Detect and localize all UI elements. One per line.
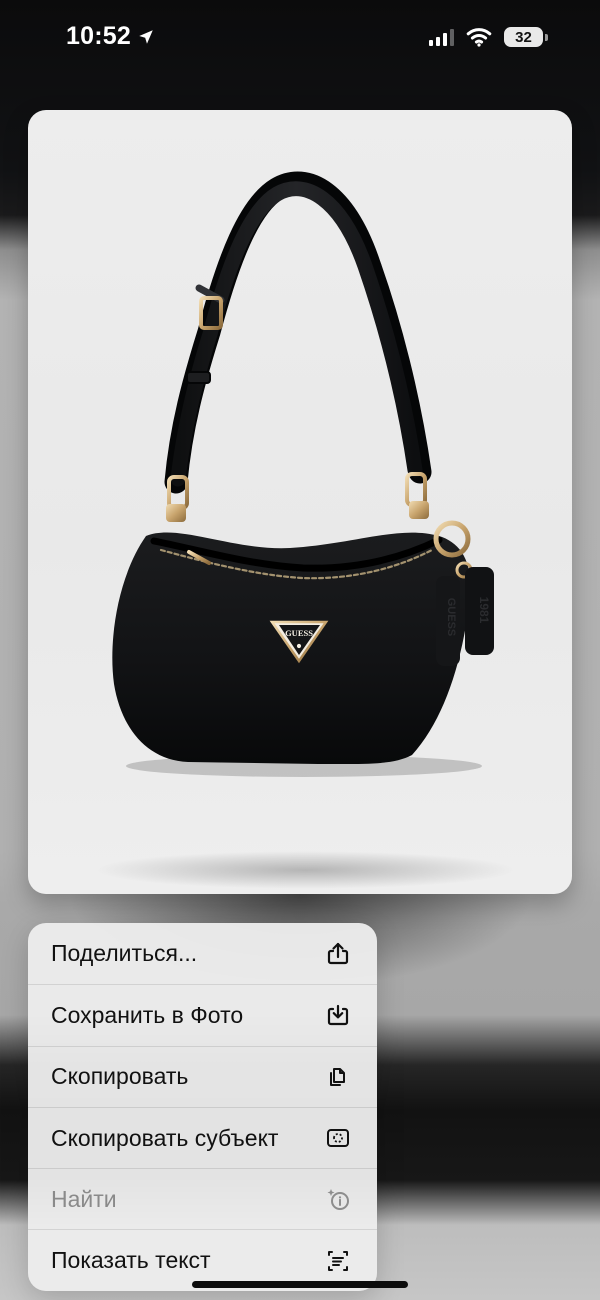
menu-item-label: Показать текст [51,1247,211,1274]
status-time: 10:52 [66,22,131,50]
tag-left-text: GUESS [445,598,457,637]
status-time-group: 10:52 [66,24,155,49]
location-arrow-icon [139,29,153,44]
wifi-icon [466,28,492,47]
image-preview[interactable]: GUESS 1981 GUESS [28,110,572,894]
visual-lookup-icon [323,1184,353,1214]
show-text-icon [323,1246,353,1276]
copy-icon [323,1062,353,1092]
menu-item-label: Сохранить в Фото [51,1001,244,1028]
menu-item-label: Поделиться... [51,940,198,967]
menu-item-label: Найти [51,1185,117,1212]
copy-subject-icon [323,1123,353,1153]
menu-item-save-to-photos[interactable]: Сохранить в Фото [28,984,377,1045]
home-indicator[interactable] [192,1281,408,1288]
bag-image: GUESS 1981 GUESS [112,171,494,777]
status-right-icons: 32 [429,27,548,47]
menu-item-label: Скопировать [51,1063,189,1090]
menu-item-label: Скопировать субъект [51,1124,279,1151]
tag-right-text: 1981 [477,597,491,624]
brand-text: GUESS [285,628,313,638]
status-bar: 10:52 32 [0,0,600,80]
menu-item-copy-subject[interactable]: Скопировать субъект [28,1106,377,1168]
context-menu: Поделиться... Сохранить в Фото Скопирова… [28,923,377,1291]
signal-icon [429,28,454,46]
battery-icon: 32 [504,27,548,47]
menu-item-find[interactable]: Найти [28,1168,377,1229]
battery-level: 32 [504,27,543,47]
save-to-photos-icon [323,1000,353,1030]
menu-item-share[interactable]: Поделиться... [28,923,377,984]
share-icon [323,939,353,969]
menu-item-copy[interactable]: Скопировать [28,1045,377,1107]
